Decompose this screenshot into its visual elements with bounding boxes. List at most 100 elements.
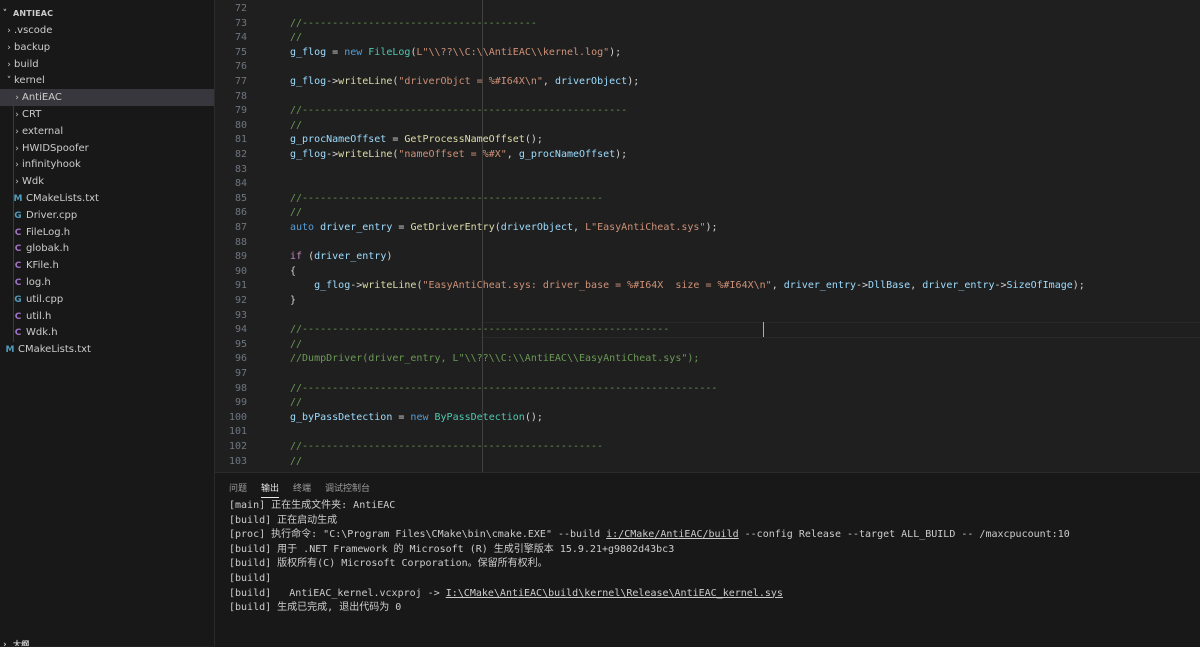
code-line[interactable]: 88	[215, 236, 1200, 251]
code-text: if (driver_entry)	[290, 250, 392, 265]
tree-item-infinityhook[interactable]: › infinityhook	[0, 156, 214, 173]
code-line[interactable]: 97	[215, 367, 1200, 382]
output-panel: 问题 输出 终端 调试控制台 [main] 正在生成文件夹: AntiEAC [buil…	[215, 472, 1200, 647]
code-text: //--------------------------------------…	[290, 382, 717, 397]
code-line[interactable]: 102 //-----------------------------------…	[215, 440, 1200, 455]
tree-item-log-h[interactable]: Clog.h	[0, 274, 214, 291]
code-token: auto	[290, 222, 315, 233]
line-number: 102	[228, 441, 247, 452]
panel-tab[interactable]: 终端	[293, 481, 311, 497]
tree-item-crt[interactable]: › CRT	[0, 106, 214, 123]
line-number: 98	[234, 382, 247, 394]
tree-item-cmakelists-txt[interactable]: M CMakeLists.txt	[0, 190, 214, 207]
code-line[interactable]: 89 if (driver_entry)	[215, 250, 1200, 265]
chevron-right-icon: ›	[3, 640, 7, 646]
code-line[interactable]: 73 //------------------------------------…	[215, 17, 1200, 32]
code-line[interactable]: 72	[215, 2, 1200, 17]
code-line[interactable]: 84	[215, 177, 1200, 192]
outline-section-header[interactable]: › 大纲	[0, 636, 214, 646]
code-line[interactable]: 85 //------------------------------------…	[215, 192, 1200, 207]
tree-item-globak-h[interactable]: Cglobak.h	[0, 240, 214, 257]
code-line[interactable]: 81 g_procNameOffset = GetProcessNameOffse…	[215, 133, 1200, 148]
code-line[interactable]: 90 {	[215, 265, 1200, 280]
code-line[interactable]: 103 //	[215, 455, 1200, 470]
code-token: ByPassDetection	[434, 411, 525, 423]
tree-item-label: external	[22, 125, 64, 137]
code-line[interactable]: 91 g_flog->writeLine("EasyAntiCheat.sys:…	[215, 279, 1200, 294]
code-token: g_flog	[290, 46, 327, 58]
tree-item-cmakelists-txt[interactable]: M CMakeLists.txt	[0, 341, 214, 358]
code-line[interactable]: 80 //	[215, 119, 1200, 134]
panel-tab[interactable]: 输出	[261, 481, 280, 498]
tree-item-build[interactable]: › build	[0, 56, 214, 73]
tree-item-label: build	[14, 58, 39, 70]
tree-item-external[interactable]: › external	[0, 123, 214, 140]
code-line[interactable]: 79 //------------------------------------…	[215, 104, 1200, 119]
code-line[interactable]: 92}	[215, 294, 1200, 309]
tree-item-label: util.cpp	[26, 293, 64, 305]
code-token: ,	[542, 76, 555, 87]
tree-item-label: CMakeLists.txt	[18, 344, 91, 356]
code-line[interactable]: 100 g_byPassDetection = new ByPassDetecti…	[215, 411, 1200, 426]
code-text: //--------------------------------------…	[290, 192, 603, 207]
line-number: 100	[228, 411, 247, 423]
tree-item-driver-cpp[interactable]: G Driver.cpp	[0, 207, 214, 224]
code-line[interactable]: 82 g_flog->writeLine("nameOffset = %#X", …	[215, 148, 1200, 163]
code-token: (	[302, 251, 315, 263]
code-line[interactable]: 83	[215, 163, 1200, 178]
code-line[interactable]: 93	[215, 309, 1200, 324]
tree-item-kfile-h[interactable]: C KFile.h	[0, 257, 214, 274]
output-text: [proc] 执行命令: "C:\Program Files\CMake\bin…	[229, 529, 607, 541]
line-number: 101	[228, 426, 247, 438]
code-line[interactable]: 98 //------------------------------------…	[215, 382, 1200, 397]
code-line[interactable]: 78	[215, 90, 1200, 105]
tree-item-wdk[interactable]: › Wdk	[0, 173, 214, 190]
tree-item-kernel[interactable]: ˅ kernel	[0, 72, 214, 89]
tree-item-filelog-h[interactable]: C FileLog.h	[0, 224, 214, 241]
code-token: "driverObjct = %#I64X\n"	[398, 76, 543, 87]
output-path-link[interactable]: i:/CMake/AntiEAC/build	[606, 529, 738, 540]
output-line: [build] 正在启动生成	[229, 514, 338, 526]
indent-guide	[13, 92, 14, 342]
code-line[interactable]: 96 //DumpDriver(driver_entry, L"\\??\\C:\…	[215, 352, 1200, 367]
tree-item-backup[interactable]: › backup	[0, 39, 214, 56]
tree-item--vscode[interactable]: › .vscode	[0, 22, 214, 39]
cmake-file-icon: M	[5, 345, 15, 356]
tree-item-antieac[interactable]: › AntiEAC	[0, 89, 214, 107]
tree-item-util-cpp[interactable]: Gutil.cpp	[0, 291, 214, 308]
code-token: driverObject	[554, 76, 628, 87]
code-token: );	[627, 76, 640, 87]
code-line[interactable]: 99 //	[215, 396, 1200, 411]
tree-item-label: Driver.cpp	[26, 209, 78, 221]
code-line[interactable]: 94 //------------------------------------…	[215, 323, 1200, 338]
code-token: }	[290, 295, 297, 306]
code-line[interactable]: 86 //	[215, 206, 1200, 221]
code-editor[interactable]: 72 73 //----------------------------------…	[215, 0, 1200, 472]
output-line: [build]	[229, 573, 272, 584]
explorer-root-header[interactable]: ˅ ANTIEAC	[0, 5, 214, 22]
code-token: ->	[855, 280, 869, 292]
code-text: //	[290, 396, 302, 411]
code-line[interactable]: 77 g_flog->writeLine("driverObjct = %#I64…	[215, 75, 1200, 90]
tree-item-wdk-h[interactable]: C Wdk.h	[0, 324, 214, 341]
output-path-link[interactable]: I:\CMake\AntiEAC\build\kernel\Release\An…	[446, 588, 783, 599]
tree-item-label: Wdk	[22, 176, 45, 188]
code-line[interactable]: 95 //	[215, 338, 1200, 353]
code-line[interactable]: 101	[215, 425, 1200, 440]
line-number: 90	[234, 265, 247, 277]
code-token: GetDriverEntry	[410, 222, 495, 233]
code-line[interactable]: 74 //	[215, 31, 1200, 46]
tree-item-hwidspoofer[interactable]: › HWIDSpoofer	[0, 140, 214, 157]
code-token: ->	[326, 76, 339, 87]
code-token: //--------------------------------------…	[290, 192, 604, 204]
code-line[interactable]: 87 auto driver_entry = GetDriverEntry(dri…	[215, 221, 1200, 236]
panel-tab[interactable]: 调试控制台	[325, 481, 370, 497]
code-line[interactable]: 75 g_flog = new FileLog(L"\\??\\C:\\AntiE…	[215, 46, 1200, 61]
code-token: FileLog	[368, 46, 411, 58]
output-line: [build] 版权所有(C) Microsoft Corporation。保留…	[229, 558, 548, 570]
line-number: 81	[234, 134, 247, 146]
chevron-down-icon: ˅	[6, 76, 12, 87]
panel-tab[interactable]: 问题	[229, 481, 247, 497]
code-line[interactable]: 76	[215, 60, 1200, 75]
tree-item-util-h[interactable]: Cutil.h	[0, 308, 214, 325]
